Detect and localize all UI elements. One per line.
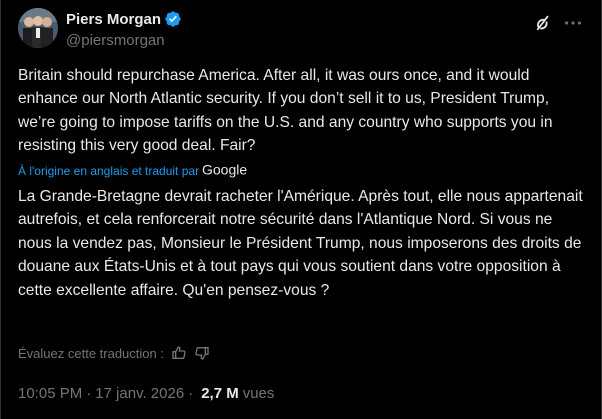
grok-icon[interactable] <box>530 12 552 34</box>
author-handle[interactable]: @piersmorgan <box>66 32 182 49</box>
name-row: Piers Morgan <box>66 9 182 29</box>
more-horizontal-icon[interactable] <box>562 12 584 34</box>
translation-note: À l'origine en anglais et traduit par Go… <box>18 161 250 181</box>
translation-note-link[interactable]: À l'origine en anglais et traduit par <box>18 164 199 178</box>
rate-translation-row: Évaluez cette traduction : <box>18 344 210 362</box>
meta-separator: · <box>188 384 194 402</box>
display-name[interactable]: Piers Morgan <box>66 11 161 28</box>
tweet-meta: 10:05 PM · 17 janv. 2026 · 2,7 M vues <box>18 383 274 403</box>
verified-badge-icon[interactable] <box>164 10 182 28</box>
author-names: Piers Morgan @piersmorgan <box>66 9 182 49</box>
avatar[interactable] <box>18 8 58 48</box>
meta-separator: · <box>86 384 92 402</box>
tweet-header: Piers Morgan @piersmorgan <box>18 8 588 52</box>
thumbs-up-icon[interactable] <box>171 345 187 361</box>
left-border <box>0 0 1 419</box>
views-label: vues <box>242 384 275 402</box>
google-logo-text: Google <box>202 162 247 178</box>
google-logo: Google <box>202 161 250 181</box>
tweet-text: Britain should repurchase America. After… <box>18 67 553 155</box>
translated-text: La Grande-Bretagne devrait racheter l'Am… <box>18 188 583 299</box>
thumbs-down-icon[interactable] <box>194 345 210 361</box>
rate-translation-label: Évaluez cette traduction : <box>18 345 164 361</box>
tweet-date[interactable]: 17 janv. 2026 <box>95 385 184 402</box>
tweet-time[interactable]: 10:05 PM <box>18 385 82 402</box>
views-count[interactable]: 2,7 M <box>201 385 239 402</box>
avatar-image <box>18 8 58 48</box>
